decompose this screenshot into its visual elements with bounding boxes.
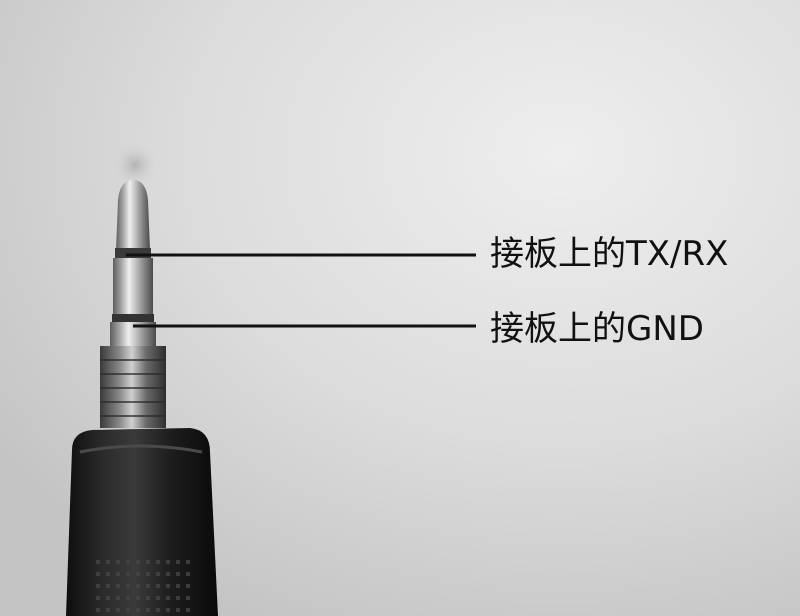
plug-ring (113, 258, 153, 316)
photo-scene (0, 0, 800, 616)
gnd-callout-label: 接板上的GND (490, 309, 704, 349)
plug-tip (116, 180, 150, 250)
plug-handle (66, 428, 218, 616)
tx-rx-callout-label: 接板上的TX/RX (490, 234, 729, 274)
